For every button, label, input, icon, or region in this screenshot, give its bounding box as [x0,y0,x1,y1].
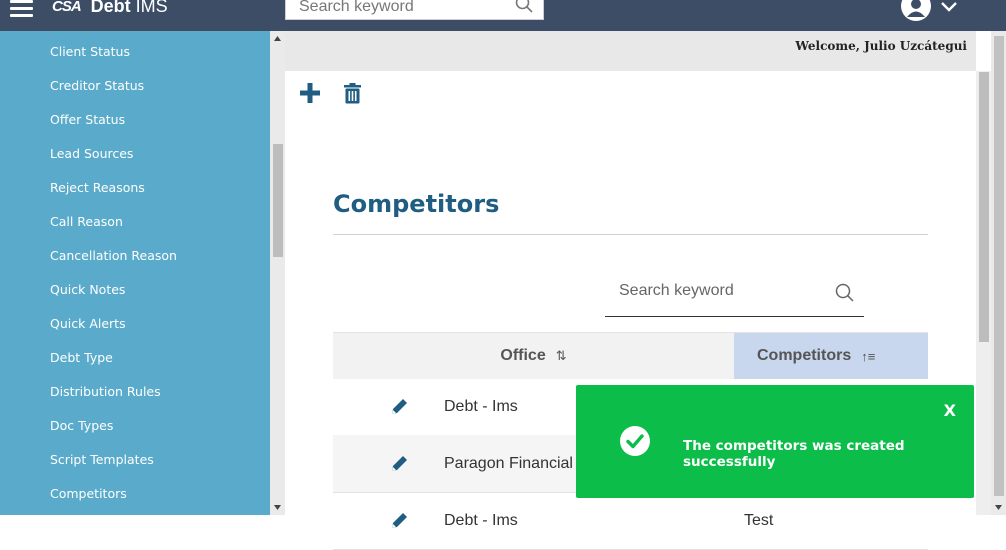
welcome-text: Welcome, Julio Uzcátegui [795,39,967,53]
sidebar-item-doc-types[interactable]: Doc Types [50,418,113,433]
sort-icon: ⇅ [555,348,567,363]
sidebar-item-reject-reasons[interactable]: Reject Reasons [50,180,145,195]
user-icon [901,0,957,21]
hamburger-icon[interactable] [10,0,33,18]
app-logo: CSA Debt IMS [52,0,168,16]
column-header-office[interactable]: Office ⇅ [333,333,734,379]
table-header: Office ⇅ Competitors ↑≡ [333,332,928,379]
top-search-box [285,0,544,20]
pencil-icon[interactable] [391,454,409,477]
sidebar-item-quick-notes[interactable]: Quick Notes [50,282,125,297]
sidebar-item-quick-alerts[interactable]: Quick Alerts [50,316,126,331]
sidebar-item-offer-status[interactable]: Offer Status [50,112,125,127]
plus-icon [300,83,320,103]
success-toast: X The competitors was created successful… [576,385,974,498]
cell-office: Paragon Financial [444,455,573,472]
pencil-icon[interactable] [391,397,409,420]
sidebar-item-lead-sources[interactable]: Lead Sources [50,146,133,161]
logo-mark: CSA [52,0,82,15]
delete-button[interactable] [344,83,361,109]
add-button[interactable] [299,82,321,109]
sidebar: Client Status Creditor Status Offer Stat… [0,31,270,515]
sidebar-item-client-status[interactable]: Client Status [50,44,130,59]
welcome-bar: Welcome, Julio Uzcátegui [285,31,976,71]
sidebar-item-creditor-status[interactable]: Creditor Status [50,78,144,93]
sidebar-scrollbar[interactable] [270,31,285,515]
sidebar-item-distribution-rules[interactable]: Distribution Rules [50,384,161,399]
sidebar-item-cancellation-reason[interactable]: Cancellation Reason [50,248,177,263]
toast-message: The competitors was created successfully [683,438,905,470]
toast-close-button[interactable]: X [944,401,956,420]
search-icon[interactable] [515,0,533,18]
app-name: Debt IMS [90,0,168,16]
page-title: Competitors [333,190,500,218]
page-scroll-thumb[interactable] [994,36,1004,496]
trash-icon [344,83,361,104]
sidebar-scroll-arrows [274,36,281,510]
sidebar-item-debt-type[interactable]: Debt Type [50,350,113,365]
list-search-input[interactable] [617,280,821,302]
sidebar-item-competitors[interactable]: Competitors [50,486,127,501]
search-icon[interactable] [835,283,854,307]
sort-ascending-icon: ↑≡ [861,348,876,364]
table-row: Debt - Ims Test [333,492,928,550]
top-search-input[interactable] [297,0,511,18]
check-circle-icon [620,426,650,461]
title-divider [333,234,928,235]
sidebar-scroll-thumb[interactable] [273,144,283,257]
user-menu[interactable] [901,0,961,22]
sidebar-item-script-templates[interactable]: Script Templates [50,452,154,467]
cell-office: Debt - Ims [444,398,518,415]
top-bar: CSA Debt IMS [0,0,1006,31]
list-search-box [605,273,864,317]
column-header-competitors[interactable]: Competitors ↑≡ [734,333,928,379]
content-scroll-thumb[interactable] [979,72,989,342]
pencil-icon[interactable] [391,511,409,534]
sidebar-item-call-reason[interactable]: Call Reason [50,214,123,229]
